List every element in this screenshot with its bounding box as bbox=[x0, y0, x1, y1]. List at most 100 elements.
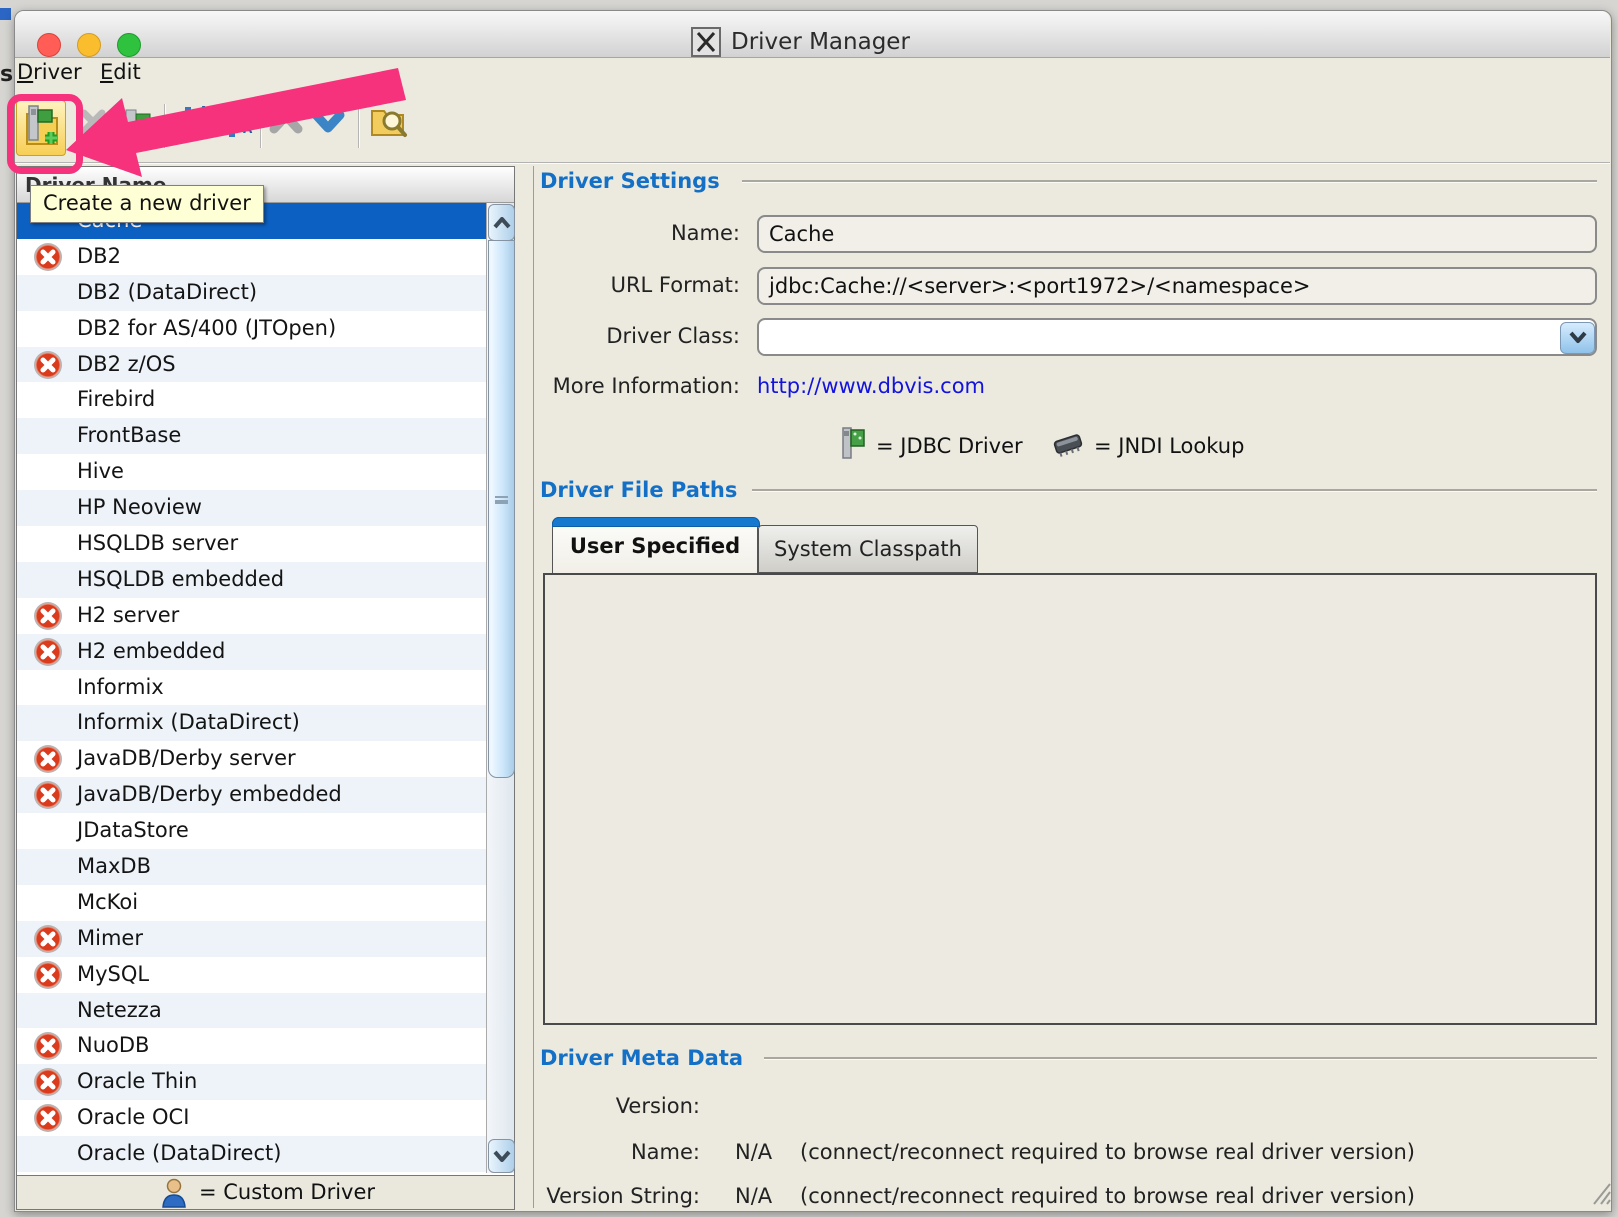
titlebar[interactable]: Driver Manager bbox=[15, 11, 1610, 58]
tab-system-classpath[interactable]: System Classpath bbox=[758, 525, 978, 573]
menu-edit[interactable]: Edit bbox=[100, 60, 141, 84]
tab-user-specified[interactable]: User Specified bbox=[552, 517, 758, 573]
driver-list-item[interactable]: NuoDB bbox=[17, 1028, 487, 1064]
tab-label: User Specified bbox=[570, 534, 740, 558]
driver-list-panel: Driver Name CacheDB2DB2 (DataDirect)DB2 … bbox=[16, 166, 515, 1176]
jndi-lookup-icon bbox=[1050, 430, 1086, 462]
toolbar-divider bbox=[15, 162, 1610, 164]
jndi-lookup-legend: = JNDI Lookup bbox=[1094, 434, 1244, 458]
driver-name: MySQL bbox=[77, 962, 149, 986]
driver-list-item[interactable]: JavaDB/Derby embedded bbox=[17, 777, 487, 813]
driver-list-item[interactable]: Mimer bbox=[17, 921, 487, 957]
more-information-link[interactable]: http://www.dbvis.com bbox=[757, 374, 985, 398]
driver-list-item[interactable]: HP Neoview bbox=[17, 490, 487, 526]
driver-name: Mimer bbox=[77, 926, 143, 950]
tab-label: System Classpath bbox=[774, 537, 962, 561]
driver-name: JavaDB/Derby embedded bbox=[77, 782, 342, 806]
chevron-up-icon bbox=[268, 109, 304, 139]
scrollbar-thumb[interactable] bbox=[488, 240, 515, 778]
close-button[interactable] bbox=[37, 33, 61, 57]
driver-name: DB2 z/OS bbox=[77, 352, 176, 376]
sort-descending-button[interactable]: A Z bbox=[170, 102, 212, 146]
driver-list-item[interactable]: Oracle OCI bbox=[17, 1100, 487, 1136]
driver-class-combobox[interactable] bbox=[757, 318, 1597, 356]
scrollbar-up-button[interactable] bbox=[488, 204, 515, 241]
toolbar-separator bbox=[358, 104, 360, 148]
driver-list-item[interactable]: McKoi bbox=[17, 885, 487, 921]
driver-list-item[interactable]: Hive bbox=[17, 454, 487, 490]
move-down-button[interactable] bbox=[308, 102, 348, 146]
missing-driver-icon bbox=[33, 1067, 63, 1097]
find-driver-file-button[interactable] bbox=[366, 102, 412, 146]
move-up-button[interactable] bbox=[266, 102, 306, 146]
meta-name-value: N/A bbox=[735, 1140, 772, 1164]
driver-list-item[interactable]: DB2 bbox=[17, 239, 487, 275]
section-divider bbox=[742, 180, 1597, 183]
driver-meta-data-title: Driver Meta Data bbox=[540, 1046, 743, 1070]
missing-driver-icon bbox=[33, 242, 63, 272]
driver-name: JDataStore bbox=[77, 818, 189, 842]
annotation-highlight-box bbox=[7, 94, 83, 174]
toolbar-separator bbox=[164, 104, 166, 148]
more-information-label: More Information: bbox=[540, 374, 740, 398]
missing-driver-icon bbox=[33, 780, 63, 810]
driver-name: JavaDB/Derby server bbox=[77, 746, 296, 770]
driver-name: Hive bbox=[77, 459, 124, 483]
resize-grip[interactable] bbox=[1588, 1180, 1612, 1210]
zoom-button[interactable] bbox=[117, 33, 141, 57]
name-field[interactable]: Cache bbox=[757, 215, 1597, 253]
driver-list-item[interactable]: H2 server bbox=[17, 598, 487, 634]
version-string-note: (connect/reconnect required to browse re… bbox=[800, 1184, 1415, 1208]
driver-name: NuoDB bbox=[77, 1033, 149, 1057]
driver-name: MaxDB bbox=[77, 854, 151, 878]
minimize-button[interactable] bbox=[77, 33, 101, 57]
driver-list-item[interactable]: Netezza bbox=[17, 993, 487, 1029]
driver-list-item[interactable]: MySQL bbox=[17, 957, 487, 993]
driver-name: HSQLDB server bbox=[77, 531, 238, 555]
driver-list-item[interactable]: DB2 z/OS bbox=[17, 347, 487, 383]
chevron-down-icon bbox=[1568, 329, 1588, 348]
driver-settings-title: Driver Settings bbox=[540, 169, 720, 193]
driver-file-paths-title: Driver File Paths bbox=[540, 478, 737, 502]
version-string-label: Version String: bbox=[440, 1184, 700, 1208]
background-window-text-fragment: s bbox=[0, 62, 13, 87]
driver-list-item[interactable]: Firebird bbox=[17, 382, 487, 418]
window-title: Driver Manager bbox=[731, 29, 910, 55]
driver-list-item[interactable]: JDataStore bbox=[17, 813, 487, 849]
driver-list-scrollbar[interactable] bbox=[486, 203, 514, 1173]
driver-name: Informix bbox=[77, 675, 164, 699]
copy-driver-icon bbox=[122, 104, 154, 144]
driver-list-item[interactable]: Informix (DataDirect) bbox=[17, 705, 487, 741]
driver-name: HSQLDB embedded bbox=[77, 567, 284, 591]
driver-list-item[interactable]: FrontBase bbox=[17, 418, 487, 454]
svg-text:A: A bbox=[243, 122, 253, 136]
driver-list-item[interactable]: DB2 (DataDirect) bbox=[17, 275, 487, 311]
section-divider bbox=[764, 1057, 1597, 1060]
driver-list-item[interactable]: Informix bbox=[17, 670, 487, 706]
sort-ascending-button[interactable]: Z A bbox=[214, 102, 256, 146]
driver-list-item[interactable]: HSQLDB server bbox=[17, 526, 487, 562]
driver-name: DB2 bbox=[77, 244, 121, 268]
driver-list-item[interactable]: Oracle Thin bbox=[17, 1064, 487, 1100]
driver-list-item[interactable]: HSQLDB embedded bbox=[17, 562, 487, 598]
missing-driver-icon bbox=[33, 960, 63, 990]
driver-list-item[interactable]: Oracle (DataDirect) bbox=[17, 1136, 487, 1172]
file-paths-panel[interactable] bbox=[543, 573, 1597, 1025]
copy-driver-button[interactable] bbox=[118, 102, 158, 146]
driver-list-item[interactable]: JavaDB/Derby server bbox=[17, 741, 487, 777]
driver-name: Netezza bbox=[77, 998, 162, 1022]
meta-name-note: (connect/reconnect required to browse re… bbox=[800, 1140, 1415, 1164]
panel-divider[interactable] bbox=[533, 166, 534, 1208]
driver-list: CacheDB2DB2 (DataDirect)DB2 for AS/400 (… bbox=[17, 203, 487, 1173]
missing-driver-icon bbox=[33, 1103, 63, 1133]
driver-list-item[interactable]: DB2 for AS/400 (JTOpen) bbox=[17, 311, 487, 347]
driver-list-item[interactable]: H2 embedded bbox=[17, 634, 487, 670]
driver-name: Oracle (DataDirect) bbox=[77, 1141, 281, 1165]
sort-ascending-icon: Z A bbox=[217, 103, 253, 145]
url-format-field[interactable]: jdbc:Cache://<server>:<port1972>/<namesp… bbox=[757, 267, 1597, 305]
menu-driver[interactable]: Driver bbox=[17, 60, 82, 84]
driver-class-dropdown-button[interactable] bbox=[1560, 322, 1595, 354]
svg-text:Z: Z bbox=[199, 118, 208, 133]
driver-list-item[interactable]: MaxDB bbox=[17, 849, 487, 885]
chevron-down-icon bbox=[310, 109, 346, 139]
